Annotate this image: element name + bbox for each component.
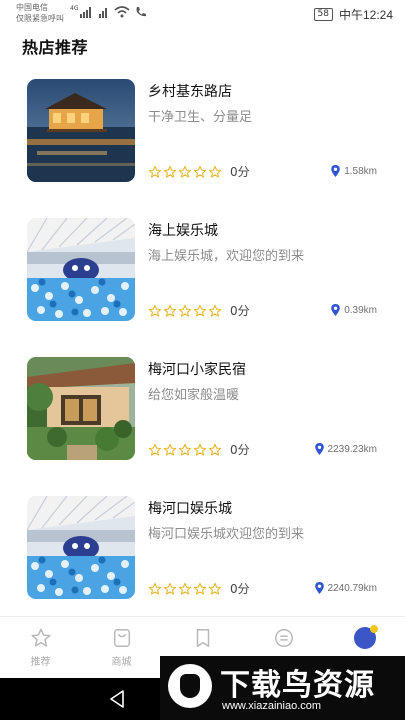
star-rating	[148, 304, 222, 318]
star-rating	[148, 165, 222, 179]
star-outline-icon	[208, 304, 222, 317]
location-pin-icon	[331, 304, 340, 316]
shop-name: 梅河口娱乐城	[148, 501, 232, 517]
ballpit-photo	[27, 218, 135, 321]
star-outline-icon	[148, 443, 162, 456]
shop-description: 给您如家般温暖	[148, 388, 240, 403]
bird-logo-icon	[168, 664, 212, 708]
score-label: 0分	[230, 443, 250, 457]
carrier-info: 中国电信 仅限紧急呼叫	[16, 2, 64, 24]
bookmark-icon	[196, 629, 209, 647]
emergency-only-text: 仅限紧急呼叫	[16, 14, 64, 23]
star-outline-icon	[163, 165, 177, 178]
shop-list-item[interactable]: 梅河口娱乐城 梅河口娱乐城欢迎您的到来 0分 2240.79km	[0, 496, 405, 635]
star-outline-icon	[193, 304, 207, 317]
star-outline-icon	[178, 582, 192, 595]
shop-thumbnail[interactable]	[27, 79, 135, 182]
star-outline-icon	[193, 443, 207, 456]
shop-thumbnail[interactable]	[27, 496, 135, 599]
star-outline-icon	[193, 165, 207, 178]
tab-label: 商城	[111, 657, 132, 668]
score-label: 0分	[230, 165, 250, 179]
shop-name: 梅河口小家民宿	[148, 362, 246, 378]
distance-value: 2240.79km	[327, 582, 377, 594]
distance-value: 2239.23km	[327, 443, 377, 455]
garden-house-photo	[27, 357, 135, 460]
location-pin-icon	[314, 582, 324, 594]
star-outline-icon	[163, 304, 177, 317]
star-rating	[148, 443, 222, 457]
shop-list-item[interactable]: 乡村基东路店 干净卫生、分量足 0分 1.58km	[0, 79, 405, 218]
distance-value: 0.39km	[344, 304, 377, 316]
star-outline-icon	[163, 443, 177, 456]
phone-icon	[136, 7, 146, 17]
shop-list-item[interactable]: 海上娱乐城 海上娱乐城，欢迎您的到来 0分 0.39km	[0, 218, 405, 357]
rating: 0分	[148, 163, 250, 180]
star-outline-icon	[208, 443, 222, 456]
star-outline-icon	[163, 582, 177, 595]
ballpit-photo	[27, 496, 135, 599]
star-outline-icon	[178, 165, 192, 178]
location-pin-icon	[314, 443, 324, 455]
distance: 2240.79km	[314, 582, 377, 594]
battery-icon: 58	[313, 7, 333, 21]
shop-thumbnail[interactable]	[27, 357, 135, 460]
tab-recommend[interactable]: 推荐	[0, 617, 81, 678]
score-label: 0分	[230, 304, 250, 318]
avatar-icon	[353, 625, 378, 649]
location-pin-icon	[331, 165, 340, 177]
shop-name: 海上娱乐城	[148, 223, 218, 239]
star-rating	[148, 582, 222, 596]
distance: 2239.23km	[314, 443, 377, 455]
signal-icon-2	[99, 8, 107, 18]
watermark-url: www.xiazainiao.com	[222, 700, 322, 712]
status-bar: 中国电信 仅限紧急呼叫 4G 58 中午12:24	[0, 0, 405, 28]
shop-description: 梅河口娱乐城欢迎您的到来	[148, 527, 305, 542]
back-triangle-icon[interactable]	[108, 689, 126, 709]
distance: 0.39km	[331, 304, 377, 316]
rating: 0分	[148, 580, 250, 597]
network-type: 4G	[70, 5, 79, 12]
shop-name: 乡村基东路店	[148, 84, 232, 100]
message-icon	[274, 629, 293, 647]
signal-icon	[80, 7, 91, 18]
star-outline-icon	[148, 165, 162, 178]
clock: 中午12:24	[338, 7, 393, 22]
status-right: 58 中午12:24	[313, 5, 393, 23]
resort-photo	[27, 79, 135, 182]
watermark: 下载鸟资源 www.xiazainiao.com	[160, 656, 405, 720]
rating: 0分	[148, 441, 250, 458]
wifi-icon	[114, 6, 130, 18]
shop-description: 干净卫生、分量足	[148, 110, 253, 125]
carrier-name: 中国电信	[16, 3, 48, 12]
status-icons	[80, 6, 147, 18]
page-title: 热店推荐	[22, 38, 89, 57]
star-outline-icon	[208, 582, 222, 595]
score-label: 0分	[230, 582, 250, 596]
star-outline-icon	[178, 443, 192, 456]
star-outline-icon	[148, 582, 162, 595]
star-outline-icon	[178, 304, 192, 317]
shop-list-item[interactable]: 梅河口小家民宿 给您如家般温暖 0分 2239.23km	[0, 357, 405, 496]
star-icon	[30, 628, 51, 647]
tab-mall[interactable]: 商城	[81, 617, 162, 678]
star-outline-icon	[208, 165, 222, 178]
bag-icon	[113, 629, 130, 647]
distance-value: 1.58km	[344, 165, 377, 177]
tab-label: 推荐	[30, 657, 51, 668]
shop-description: 海上娱乐城，欢迎您的到来	[148, 249, 305, 264]
star-outline-icon	[193, 582, 207, 595]
distance: 1.58km	[331, 165, 377, 177]
star-outline-icon	[148, 304, 162, 317]
shop-thumbnail[interactable]	[27, 218, 135, 321]
watermark-title: 下载鸟资源	[220, 668, 375, 703]
rating: 0分	[148, 302, 250, 319]
